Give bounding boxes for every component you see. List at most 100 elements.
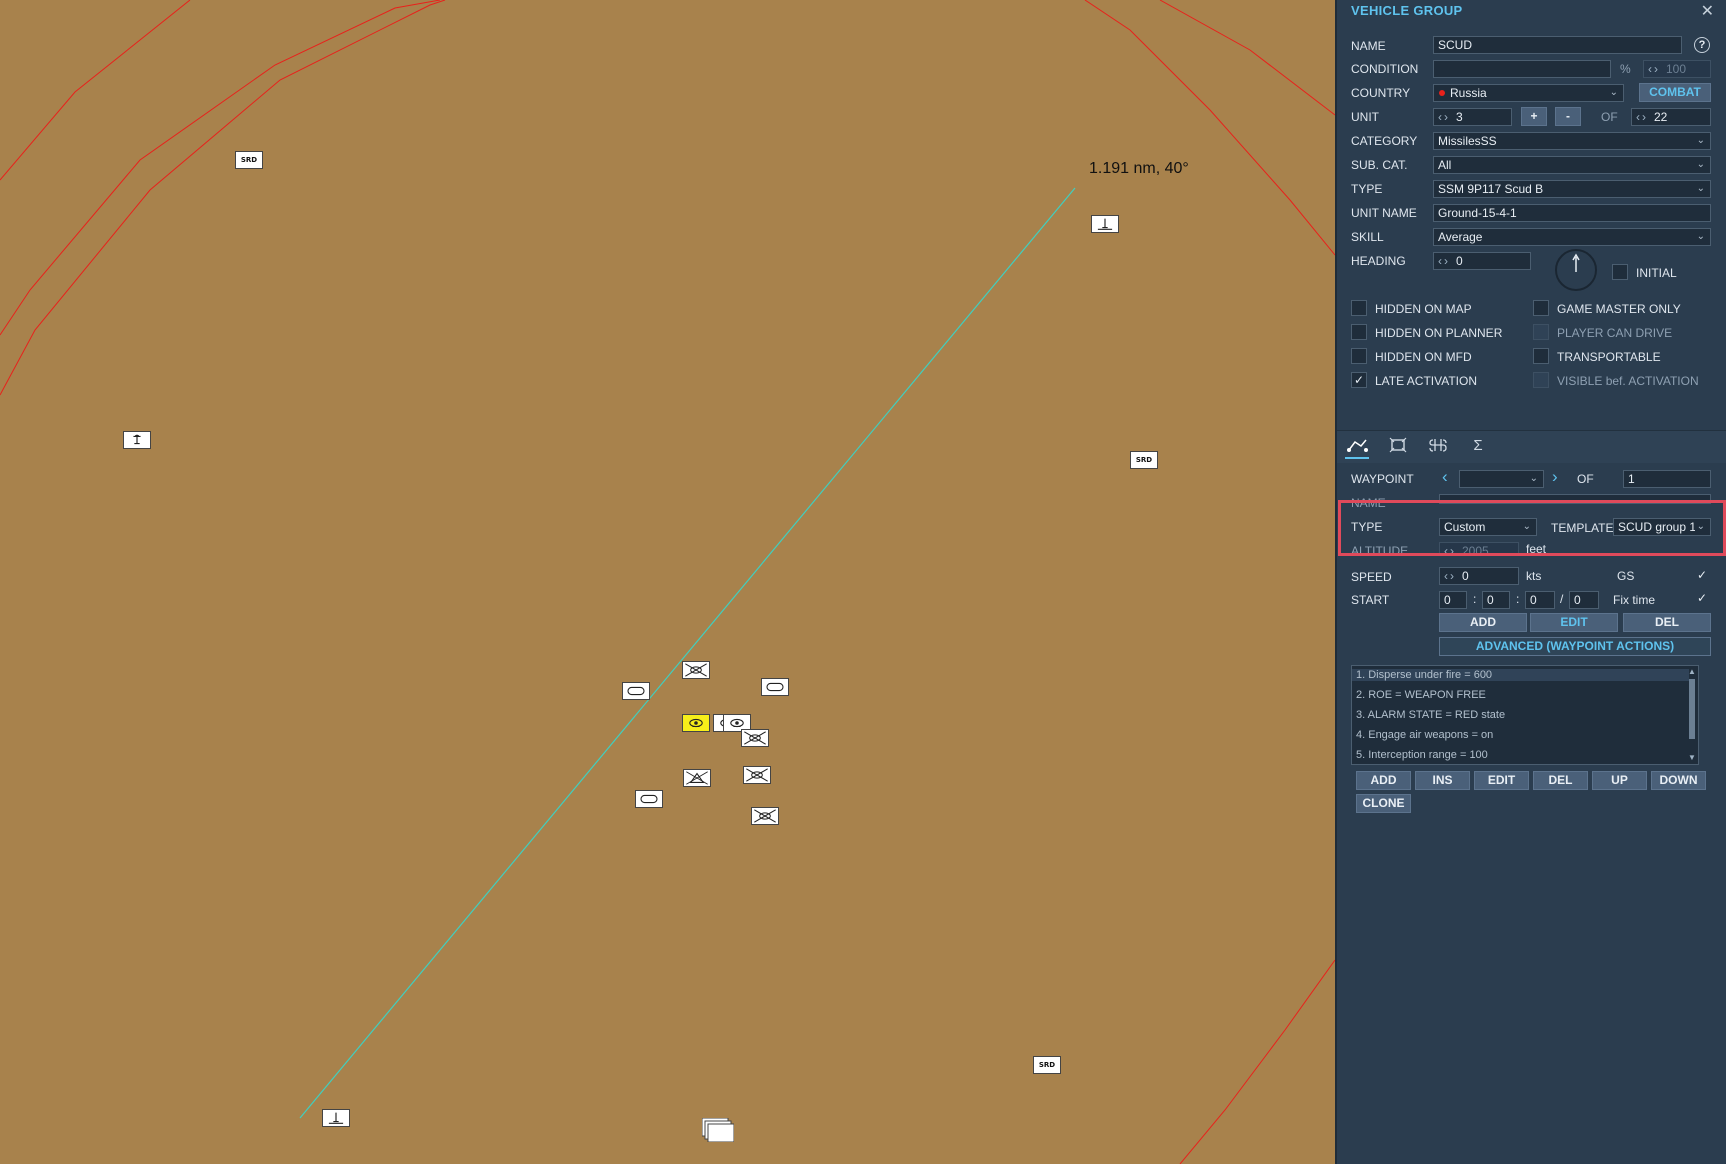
chevron-down-icon: ⌄ xyxy=(1696,159,1705,170)
wheeled-vehicle-icon[interactable] xyxy=(761,678,789,696)
triggers-tab-icon[interactable] xyxy=(1426,437,1450,457)
start-sep: / xyxy=(1560,592,1564,606)
category-select[interactable]: MissilesSS ⌄ xyxy=(1433,132,1711,150)
action-up-button[interactable]: UP xyxy=(1592,771,1647,790)
unit-stepper[interactable]: ‹› 3 xyxy=(1433,108,1512,126)
srd-label: SRD xyxy=(240,156,258,164)
chevron-up-icon[interactable]: ▲ xyxy=(1687,667,1697,676)
logistics-vehicle-icon[interactable] xyxy=(741,729,769,747)
late-activation-checkbox[interactable]: ✓ xyxy=(1351,372,1367,388)
action-clone-button[interactable]: CLONE xyxy=(1356,794,1411,813)
compass-needle-icon xyxy=(1572,253,1580,272)
wheeled-vehicle-icon[interactable] xyxy=(622,682,650,700)
combat-button[interactable]: COMBAT xyxy=(1639,83,1711,102)
waypoint-total-field[interactable]: 1 xyxy=(1623,470,1711,488)
skill-select[interactable]: Average ⌄ xyxy=(1433,228,1711,246)
action-ins-button[interactable]: INS xyxy=(1415,771,1470,790)
condition-stepper[interactable]: ‹› 100 xyxy=(1643,60,1711,78)
speed-stepper[interactable]: ‹› 0 xyxy=(1439,567,1519,585)
waypoint-next-icon[interactable]: › xyxy=(1552,467,1558,487)
scrollbar[interactable]: ▲ ▼ xyxy=(1687,667,1697,763)
name-field[interactable]: SCUD xyxy=(1433,36,1682,54)
start-second-field[interactable]: 0 xyxy=(1569,591,1599,609)
waypoint-edit-button[interactable]: EDIT xyxy=(1530,613,1618,632)
action-add-button[interactable]: ADD xyxy=(1356,771,1411,790)
stepper-arrows-icon[interactable]: ‹› xyxy=(1444,569,1456,583)
srd-site-icon[interactable]: SRD xyxy=(1033,1056,1061,1074)
unit-plus-button[interactable]: + xyxy=(1521,107,1547,126)
waypoint-add-button[interactable]: ADD xyxy=(1439,613,1527,632)
waypoint-of-label: OF xyxy=(1577,472,1594,486)
scrollbar-thumb[interactable] xyxy=(1689,679,1695,739)
start-minute-field[interactable]: 0 xyxy=(1525,591,1555,609)
unit-name-field[interactable]: Ground-15-4-1 xyxy=(1433,204,1711,222)
subcat-select[interactable]: All ⌄ xyxy=(1433,156,1711,174)
start-hour-field[interactable]: 0 xyxy=(1482,591,1510,609)
visible-bef-activation-checkbox[interactable] xyxy=(1533,372,1549,388)
list-item[interactable]: 4. Engage air weapons = on xyxy=(1356,729,1493,741)
selected-launcher-icon[interactable] xyxy=(682,714,710,732)
stepper-arrows-icon[interactable]: ‹› xyxy=(1636,110,1648,124)
initial-checkbox[interactable] xyxy=(1612,264,1628,280)
list-item[interactable]: 1. Disperse under fire = 600 xyxy=(1352,669,1689,681)
list-item[interactable]: 3. ALARM STATE = RED state xyxy=(1356,709,1505,721)
subcat-value: All xyxy=(1438,158,1452,172)
action-edit-button[interactable]: EDIT xyxy=(1474,771,1529,790)
game-master-only-label: GAME MASTER ONLY xyxy=(1557,302,1681,316)
gs-checkbox[interactable]: ✓ xyxy=(1694,567,1710,583)
waypoint-del-button[interactable]: DEL xyxy=(1623,613,1711,632)
stepper-arrows-icon[interactable]: ‹› xyxy=(1648,62,1660,76)
start-day-field[interactable]: 0 xyxy=(1439,591,1467,609)
action-del-button[interactable]: DEL xyxy=(1533,771,1588,790)
game-master-only-checkbox[interactable] xyxy=(1533,300,1549,316)
heading-stepper[interactable]: ‹› 0 xyxy=(1433,252,1531,270)
hidden-on-planner-checkbox[interactable] xyxy=(1351,324,1367,340)
hidden-on-mfd-checkbox[interactable] xyxy=(1351,348,1367,364)
waypoint-actions-list[interactable]: 1. Disperse under fire = 600 2. ROE = WE… xyxy=(1351,665,1699,765)
fix-time-checkbox[interactable]: ✓ xyxy=(1694,590,1710,606)
unit-total-value: 22 xyxy=(1654,110,1668,124)
stepper-arrows-icon[interactable]: ‹› xyxy=(1438,254,1450,268)
late-activation-label: LATE ACTIVATION xyxy=(1375,374,1478,388)
action-down-button[interactable]: DOWN xyxy=(1651,771,1706,790)
srd-site-icon[interactable]: SRD xyxy=(1130,451,1158,469)
player-can-drive-checkbox[interactable] xyxy=(1533,324,1549,340)
unit-label: UNIT xyxy=(1351,110,1379,124)
stacked-units-icon[interactable] xyxy=(702,1118,734,1142)
chevron-down-icon[interactable]: ▼ xyxy=(1687,753,1697,762)
name-label: NAME xyxy=(1351,39,1386,53)
chevron-down-icon: ⌄ xyxy=(1609,87,1618,98)
route-tab-icon[interactable] xyxy=(1345,437,1369,459)
hidden-on-map-checkbox[interactable] xyxy=(1351,300,1367,316)
list-item[interactable]: 2. ROE = WEAPON FREE xyxy=(1356,689,1486,701)
heading-compass-dial[interactable] xyxy=(1555,249,1597,291)
radar-icon[interactable] xyxy=(683,769,711,787)
close-icon[interactable]: ✕ xyxy=(1701,1,1714,21)
transportable-checkbox[interactable] xyxy=(1533,348,1549,364)
advanced-waypoint-actions-button[interactable]: ADVANCED (WAYPOINT ACTIONS) xyxy=(1439,637,1711,656)
logistics-vehicle-icon[interactable] xyxy=(751,807,779,825)
tower-icon[interactable] xyxy=(123,431,151,449)
list-item[interactable]: 5. Interception range = 100 xyxy=(1356,749,1488,761)
country-select[interactable]: Russia ⌄ xyxy=(1433,84,1624,102)
stepper-arrows-icon[interactable]: ‹› xyxy=(1438,110,1450,124)
map-view[interactable]: 1.191 nm, 40° SRD SRD SRD xyxy=(0,0,1335,1164)
unit-total-field[interactable]: ‹› 22 xyxy=(1631,108,1711,126)
logistics-vehicle-icon[interactable] xyxy=(682,661,710,679)
help-icon[interactable]: ? xyxy=(1694,37,1710,53)
type-select[interactable]: SSM 9P117 Scud B ⌄ xyxy=(1433,180,1711,198)
logistics-vehicle-icon[interactable] xyxy=(743,766,771,784)
target-tab-icon[interactable] xyxy=(1386,437,1410,457)
transportable-label: TRANSPORTABLE xyxy=(1557,350,1661,364)
type-value: SSM 9P117 Scud B xyxy=(1438,182,1544,196)
summary-tab-icon[interactable]: Σ xyxy=(1466,437,1490,457)
wheeled-vehicle-icon[interactable] xyxy=(635,790,663,808)
condition-field[interactable] xyxy=(1433,60,1611,78)
waypoint-prev-icon[interactable]: ‹ xyxy=(1442,467,1448,487)
tower-icon[interactable] xyxy=(322,1109,350,1127)
waypoint-select[interactable]: ⌄ xyxy=(1459,470,1544,488)
country-value: Russia xyxy=(1450,86,1487,100)
unit-minus-button[interactable]: - xyxy=(1555,107,1581,126)
tower-icon[interactable] xyxy=(1091,215,1119,233)
srd-site-icon[interactable]: SRD xyxy=(235,151,263,169)
